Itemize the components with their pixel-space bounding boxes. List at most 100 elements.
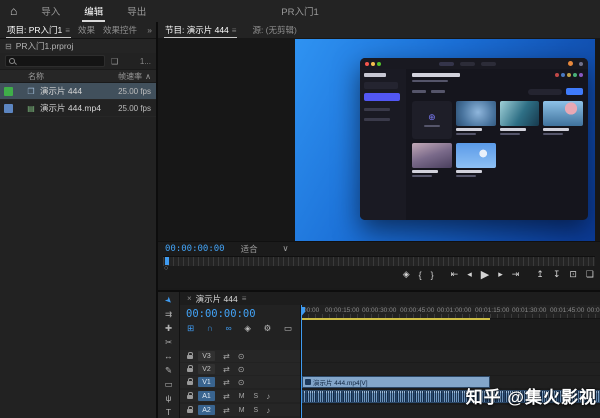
tab-import[interactable]: 导入 bbox=[39, 0, 62, 22]
track-lane-v2[interactable] bbox=[301, 363, 600, 375]
tab-effect-controls[interactable]: 效果控件 bbox=[102, 22, 138, 38]
panel-menu-icon[interactable]: ≡ bbox=[65, 26, 70, 35]
search-input[interactable] bbox=[5, 55, 105, 67]
track-badge[interactable]: A2 bbox=[198, 405, 215, 415]
lock-icon[interactable] bbox=[187, 406, 193, 413]
type-tool[interactable]: T bbox=[166, 408, 171, 417]
close-icon[interactable]: × bbox=[187, 294, 192, 303]
solo-button[interactable]: S bbox=[254, 393, 259, 400]
zoom-level-dropdown[interactable]: 适合 ∨ bbox=[241, 243, 289, 255]
track-badge[interactable]: V1 bbox=[198, 377, 215, 387]
track-badge[interactable]: A1 bbox=[198, 391, 215, 401]
track-header-a2[interactable]: A2 ⇄ M S ♪ bbox=[180, 404, 300, 416]
sync-lock-icon[interactable]: ⇄ bbox=[223, 365, 230, 374]
track-lane-v3[interactable] bbox=[301, 350, 600, 362]
ruler-label: 00:00:15:00 bbox=[325, 307, 360, 314]
razor-tool[interactable]: ✂ bbox=[165, 338, 172, 347]
track-header-a1[interactable]: A1 ⇄ M S ♪ bbox=[180, 390, 300, 402]
column-name[interactable]: 名称 bbox=[28, 71, 44, 82]
mark-out-button[interactable]: } bbox=[431, 270, 434, 280]
tab-edit[interactable]: 编辑 bbox=[82, 0, 105, 22]
extract-button[interactable]: ↧ bbox=[553, 269, 561, 280]
export-frame-button[interactable]: ⊡ bbox=[569, 269, 577, 280]
track-select-tool[interactable]: ⇉ bbox=[165, 310, 172, 319]
tab-overflow-icon[interactable]: » bbox=[147, 25, 152, 35]
hand-tool[interactable]: ψ bbox=[165, 394, 171, 403]
mic-icon[interactable]: ♪ bbox=[266, 392, 270, 401]
column-frame-rate[interactable]: 帧速率 ∧ bbox=[118, 71, 151, 82]
timeline-settings-icon[interactable]: ⚙ bbox=[264, 323, 272, 334]
tab-project[interactable]: 项目: PR入门1 ≡ bbox=[6, 22, 71, 38]
eye-icon[interactable]: ⊙ bbox=[238, 365, 245, 374]
linked-selection-icon[interactable]: ∞ bbox=[226, 323, 232, 334]
tab-program[interactable]: 节目: 演示片 444 ≡ bbox=[164, 22, 237, 38]
video-clip[interactable]: 演示片 444.mp4[V] bbox=[302, 376, 490, 388]
lock-icon[interactable] bbox=[187, 365, 193, 372]
track-badge[interactable]: V2 bbox=[198, 364, 215, 374]
slip-tool[interactable]: ↔ bbox=[164, 352, 173, 361]
mic-icon[interactable]: ♪ bbox=[266, 406, 270, 415]
timeline-timecode[interactable]: 00:00:00:00 bbox=[186, 308, 300, 320]
track-header-v1[interactable]: V1 ⇄ ⊙ bbox=[180, 376, 300, 388]
home-icon[interactable]: ⌂ bbox=[10, 4, 17, 18]
timeline-ruler[interactable]: 00:00 00:00:15:00 00:00:30:00 00:00:45:0… bbox=[301, 305, 600, 319]
sync-lock-icon[interactable]: ⇄ bbox=[223, 378, 230, 387]
pen-tool[interactable]: ✎ bbox=[165, 366, 172, 375]
item-frame-rate: 25.00 fps bbox=[118, 86, 151, 96]
transport-controls: ◈ { } ⇤ ◂ ▶ ▸ ⇥ ↥ ↧ ⊡ ❏ bbox=[403, 268, 594, 281]
tab-effects[interactable]: 效果 bbox=[77, 22, 96, 38]
project-item-clip[interactable]: ▤ 演示片 444.mp4 25.00 fps bbox=[0, 100, 156, 117]
play-button[interactable]: ▶ bbox=[481, 268, 489, 281]
lock-icon[interactable] bbox=[187, 378, 193, 385]
button-editor-button[interactable]: ❏ bbox=[586, 269, 594, 280]
go-to-out-button[interactable]: ⇥ bbox=[512, 269, 520, 280]
step-back-button[interactable]: ◂ bbox=[467, 269, 472, 280]
nest-sequence-icon[interactable]: ⊞ bbox=[187, 323, 194, 334]
tab-export[interactable]: 导出 bbox=[125, 0, 148, 22]
snap-icon[interactable]: ∩ bbox=[207, 323, 213, 334]
go-to-in-button[interactable]: ⇤ bbox=[451, 269, 459, 280]
eye-icon[interactable]: ⊙ bbox=[238, 352, 245, 361]
project-panel: 项目: PR入门1 ≡ 效果 效果控件 » ⊟ PR入门1.prproj ❑ 1… bbox=[0, 22, 158, 418]
panel-menu-icon[interactable]: ≡ bbox=[232, 26, 237, 35]
mute-button[interactable]: M bbox=[239, 407, 245, 414]
mute-button[interactable]: M bbox=[239, 393, 245, 400]
program-panel-tabs: 节目: 演示片 444 ≡ 源: (无剪辑) bbox=[158, 22, 600, 39]
lock-icon[interactable] bbox=[187, 352, 193, 359]
step-forward-button[interactable]: ▸ bbox=[498, 269, 503, 280]
program-playhead[interactable] bbox=[165, 257, 169, 265]
ripple-edit-tool[interactable]: ✚ bbox=[165, 324, 172, 333]
label-color-swatch[interactable] bbox=[4, 103, 13, 113]
fx-badge-icon bbox=[305, 379, 311, 385]
project-breadcrumb[interactable]: ⊟ PR入门1.prproj bbox=[0, 39, 156, 53]
sync-lock-icon[interactable]: ⇄ bbox=[223, 406, 230, 415]
lock-icon[interactable] bbox=[187, 392, 193, 399]
timeline-playhead[interactable] bbox=[301, 305, 305, 418]
eye-icon[interactable]: ⊙ bbox=[238, 378, 245, 387]
mark-in-button[interactable]: { bbox=[419, 270, 422, 280]
add-marker-button[interactable]: ◈ bbox=[403, 269, 410, 280]
breadcrumb-label: PR入门1.prproj bbox=[15, 41, 74, 51]
selection-tool[interactable]: ➤ bbox=[163, 294, 175, 306]
new-bin-icon[interactable]: ❑ bbox=[111, 57, 118, 66]
track-header-v3[interactable]: V3 ⇄ ⊙ bbox=[180, 350, 300, 362]
timeline-tab[interactable]: × 演示片 444 ≡ bbox=[180, 292, 600, 306]
add-marker-icon[interactable]: ◈ bbox=[244, 323, 251, 334]
track-header-v2[interactable]: V2 ⇄ ⊙ bbox=[180, 363, 300, 375]
ruler-label: 00:00:45:00 bbox=[400, 307, 435, 314]
project-item-sequence[interactable]: ❐ 演示片 444 25.00 fps bbox=[0, 83, 156, 100]
sync-lock-icon[interactable]: ⇄ bbox=[223, 352, 230, 361]
panel-menu-icon[interactable]: ≡ bbox=[242, 294, 247, 303]
captions-icon[interactable]: ▭ bbox=[284, 323, 292, 334]
track-badge[interactable]: V3 bbox=[198, 351, 215, 361]
sync-lock-icon[interactable]: ⇄ bbox=[223, 392, 230, 401]
tab-source[interactable]: 源: (无剪辑) bbox=[251, 22, 297, 38]
work-area-bar[interactable] bbox=[302, 318, 490, 320]
app-header: ⌂ 导入 编辑 导出 PR入门1 bbox=[0, 0, 600, 24]
solo-button[interactable]: S bbox=[254, 407, 259, 414]
label-color-swatch[interactable] bbox=[4, 86, 13, 96]
lift-button[interactable]: ↥ bbox=[536, 269, 544, 280]
rectangle-tool[interactable]: ▭ bbox=[164, 380, 172, 389]
program-scrubber[interactable] bbox=[163, 256, 595, 266]
program-timecode[interactable]: 00:00:00:00 bbox=[165, 244, 225, 254]
